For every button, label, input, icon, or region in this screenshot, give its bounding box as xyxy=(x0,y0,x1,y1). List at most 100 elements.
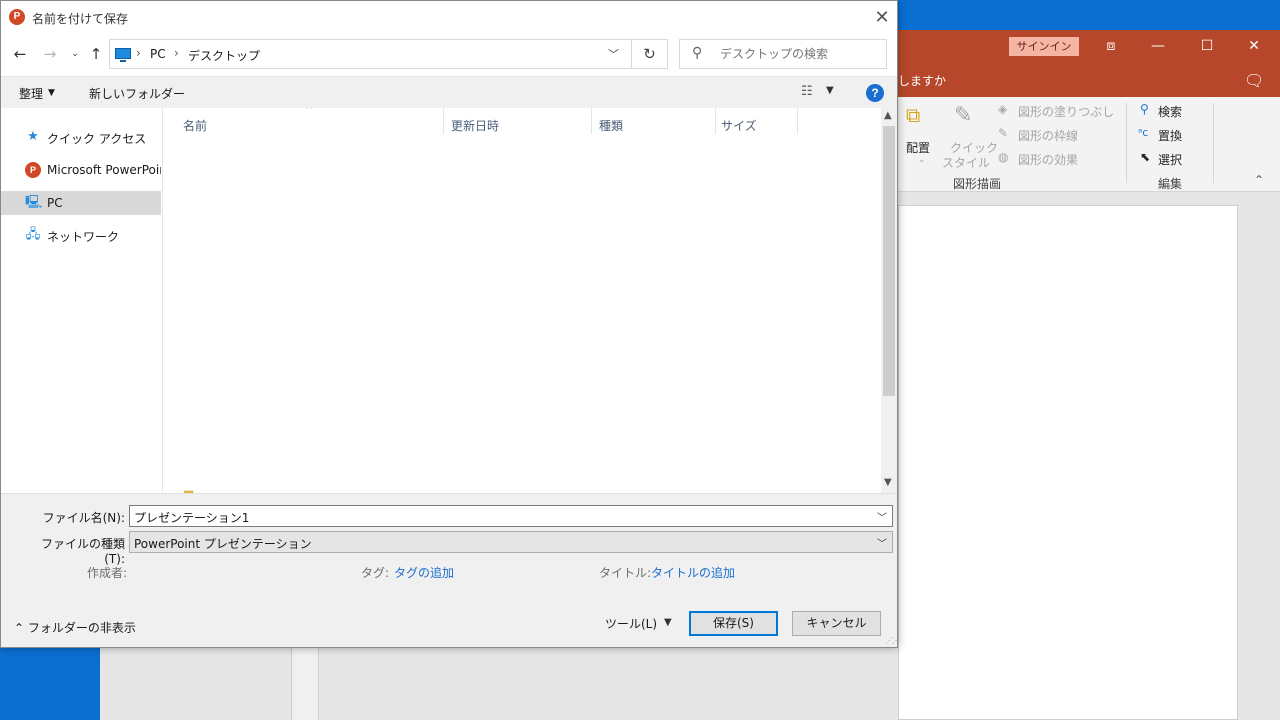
filetype-label: ファイルの種類(T): xyxy=(40,537,125,566)
save-button[interactable]: 保存(S) xyxy=(689,611,778,636)
address-bar[interactable]: › PC › デスクトップ ﹀ xyxy=(109,39,632,69)
select-button[interactable]: 選択 xyxy=(1158,151,1182,168)
refresh-icon[interactable]: ↻ xyxy=(632,39,668,69)
signin-button[interactable]: サインイン xyxy=(1009,37,1079,56)
organize-dropdown-icon[interactable]: ▼ xyxy=(48,88,55,98)
add-tag-link[interactable]: タグの追加 xyxy=(394,564,454,581)
shape-fill-icon: ◈ xyxy=(998,102,1008,116)
ribbon-display-options-icon[interactable]: ⧈ xyxy=(1088,30,1134,63)
nav-item-network[interactable]: 🖧 ネットワーク xyxy=(1,223,161,247)
tools-menu[interactable]: ツール(L) xyxy=(605,615,657,632)
slide-canvas[interactable] xyxy=(898,205,1238,720)
navigation-pane: ★ クイック アクセス P Microsoft PowerPoin 🖳 PC 🖧… xyxy=(1,108,163,493)
tags-label: タグ: xyxy=(361,566,390,580)
forward-arrow-icon[interactable]: → xyxy=(39,43,61,65)
column-header-type[interactable]: 種類 xyxy=(599,113,623,137)
column-divider[interactable] xyxy=(443,108,444,134)
hide-folders-toggle[interactable]: ⌃ フォルダーの非表示 xyxy=(14,619,136,636)
arrange-button[interactable]: 配置 xyxy=(906,139,930,156)
column-divider[interactable] xyxy=(797,108,798,134)
nav-item-quick-access[interactable]: ★ クイック アクセス xyxy=(1,125,161,149)
title-label: タイトル: xyxy=(599,566,652,580)
help-icon[interactable]: ? xyxy=(866,84,884,102)
back-arrow-icon[interactable]: ← xyxy=(9,43,31,65)
column-header-date[interactable]: 更新日時 xyxy=(451,113,499,137)
arrange-icon: ⧉ xyxy=(906,103,921,127)
column-divider[interactable] xyxy=(715,108,716,134)
filetype-select[interactable]: PowerPoint プレゼンテーション ﹀ xyxy=(129,531,893,553)
scroll-up-icon[interactable]: ▲ xyxy=(884,110,892,121)
find-button[interactable]: 検索 xyxy=(1158,103,1182,120)
shape-outline-button[interactable]: 図形の枠線 xyxy=(1018,127,1078,144)
close-icon[interactable]: ✕ xyxy=(1231,30,1277,63)
shape-outline-icon: ✎ xyxy=(998,126,1009,140)
star-icon: ★ xyxy=(27,129,39,144)
command-bar: 整理 ▼ 新しいフォルダー ☷ ▼ ? xyxy=(1,76,897,108)
chevron-down-icon[interactable]: ﹀ xyxy=(877,535,887,550)
select-icon: ⬉ xyxy=(1140,150,1151,164)
filename-input[interactable]: プレゼンテーション1 ﹀ xyxy=(129,505,893,527)
shape-fill-button[interactable]: 図形の塗りつぶし xyxy=(1018,103,1114,120)
up-arrow-icon[interactable]: ↑ xyxy=(85,43,107,65)
scroll-down-icon[interactable]: ▼ xyxy=(884,477,892,488)
collapse-ribbon-icon[interactable]: ⌃ xyxy=(1254,173,1264,187)
shape-effects-button[interactable]: 図形の効果 xyxy=(1018,151,1078,168)
save-as-dialog: P 名前を付けて保存 ✕ ← → ⌄ ↑ › PC › デスクトップ ﹀ ↻ ⚲… xyxy=(0,0,900,648)
search-icon: ⚲ xyxy=(692,45,703,61)
minimize-icon[interactable]: — xyxy=(1135,30,1181,63)
hide-folders-label: フォルダーの非表示 xyxy=(27,621,136,635)
search-input[interactable] xyxy=(720,47,880,61)
editing-group-label: 編集 xyxy=(1158,177,1183,191)
chevron-down-icon[interactable]: ﹀ xyxy=(877,509,887,524)
sort-ascending-icon: ^ xyxy=(305,108,314,116)
pc-icon xyxy=(115,48,131,59)
comments-icon[interactable]: 🗨 xyxy=(1244,71,1264,90)
arrange-chevron-icon: ⌄ xyxy=(918,155,926,165)
breadcrumb-pc[interactable]: PC xyxy=(150,47,166,61)
replace-icon: ᵃc xyxy=(1138,126,1149,139)
column-header-name[interactable]: 名前 xyxy=(183,113,207,137)
quick-styles-label-2[interactable]: スタイル xyxy=(942,154,990,171)
dialog-close-icon[interactable]: ✕ xyxy=(867,6,897,30)
network-icon: 🖧 xyxy=(25,227,41,242)
replace-button[interactable]: 置換 xyxy=(1158,127,1182,144)
add-title-link[interactable]: タイトルの追加 xyxy=(651,564,735,581)
maximize-icon[interactable]: ☐ xyxy=(1184,30,1230,63)
drawing-group-label: 図形描画 xyxy=(953,177,1002,191)
pc-stand-icon xyxy=(120,60,126,62)
powerpoint-app-icon: P xyxy=(9,9,25,25)
tell-me-text[interactable]: しますか xyxy=(898,72,946,89)
recent-locations-chevron-icon[interactable]: ⌄ xyxy=(64,43,86,65)
search-box[interactable]: ⚲ xyxy=(679,39,887,69)
file-list-scrollbar[interactable]: ▲ ▼ xyxy=(881,108,897,493)
organize-button[interactable]: 整理 xyxy=(19,85,43,102)
nav-item-label: Microsoft PowerPoin xyxy=(47,163,161,177)
list-item[interactable]: ▬ xyxy=(183,485,703,493)
tools-dropdown-icon[interactable]: ▼ xyxy=(664,617,672,628)
nav-item-label: PC xyxy=(47,196,63,210)
save-options-panel: ファイル名(N): プレゼンテーション1 ﹀ ファイルの種類(T): Power… xyxy=(1,493,900,647)
breadcrumb-separator-icon[interactable]: › xyxy=(174,46,179,60)
scrollbar-thumb[interactable] xyxy=(883,126,895,396)
filename-label: ファイル名(N): xyxy=(42,511,125,525)
cancel-button[interactable]: キャンセル xyxy=(792,611,881,636)
column-header-size[interactable]: サイズ xyxy=(721,113,757,137)
shape-effects-icon: ◍ xyxy=(998,150,1009,164)
filetype-value: PowerPoint プレゼンテーション xyxy=(134,537,312,551)
nav-item-pc[interactable]: 🖳 PC xyxy=(1,191,161,215)
new-folder-button[interactable]: 新しいフォルダー xyxy=(89,85,185,102)
file-list[interactable]: ^ 名前 更新日時 種類 サイズ ▬ xyxy=(163,108,881,493)
folder-icon: ▬ xyxy=(183,485,195,493)
breadcrumb-separator-icon[interactable]: › xyxy=(136,46,141,60)
nav-item-powerpoint[interactable]: P Microsoft PowerPoin xyxy=(1,158,161,182)
view-options-icon[interactable]: ☷ xyxy=(801,84,813,99)
resize-grip-icon[interactable]: ⋰⋰ xyxy=(885,636,900,645)
address-dropdown-icon[interactable]: ﹀ xyxy=(608,46,619,62)
view-dropdown-icon[interactable]: ▼ xyxy=(826,85,834,96)
quick-styles-icon: ✎ xyxy=(954,103,973,128)
author-label: 作成者: xyxy=(87,566,128,580)
column-divider[interactable] xyxy=(591,108,592,134)
ribbon-divider xyxy=(1126,103,1127,183)
breadcrumb-desktop[interactable]: デスクトップ xyxy=(188,47,260,64)
powerpoint-icon: P xyxy=(25,162,41,178)
